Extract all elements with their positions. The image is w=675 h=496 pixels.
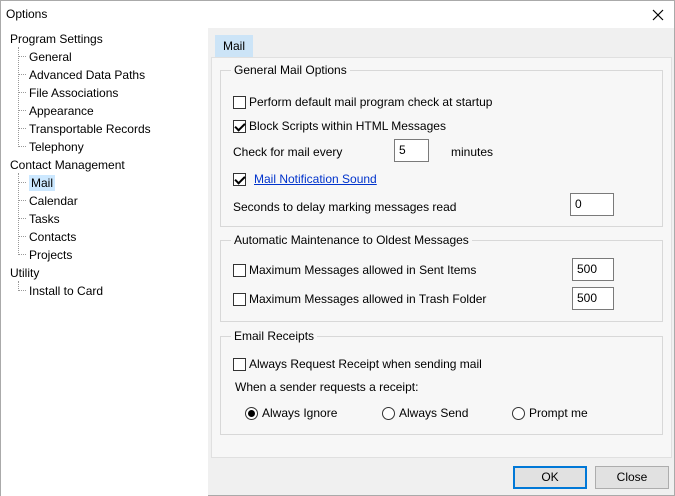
tree-item-projects[interactable]: Projects xyxy=(29,246,72,264)
close-window-button[interactable] xyxy=(642,1,674,28)
tree-connector xyxy=(18,47,19,147)
mail-notification-sound-link[interactable]: Mail Notification Sound xyxy=(254,172,377,186)
group-title: Automatic Maintenance to Oldest Messages xyxy=(231,232,472,248)
max-sent-items-checkbox[interactable]: Maximum Messages allowed in Sent Items xyxy=(233,261,476,279)
close-button[interactable]: Close xyxy=(595,466,669,489)
tree-item-advanced-data-paths[interactable]: Advanced Data Paths xyxy=(29,66,145,84)
tree-item-transportable-records[interactable]: Transportable Records xyxy=(29,120,151,138)
tree-connector xyxy=(18,173,19,255)
checkbox-box[interactable] xyxy=(233,95,246,109)
options-window: Options Program Settings General Advance… xyxy=(0,0,675,496)
radio-button[interactable] xyxy=(512,406,525,420)
title-bar: Options xyxy=(1,1,674,28)
radio-always-ignore[interactable]: Always Ignore xyxy=(245,404,337,422)
check-interval-input[interactable]: 5 xyxy=(394,139,429,162)
mail-settings-content: General Mail Options Perform default mai… xyxy=(211,57,672,458)
tree-item-mail[interactable]: Mail xyxy=(29,174,56,192)
sender-request-label: When a sender requests a receipt: xyxy=(235,380,419,394)
radio-button[interactable] xyxy=(382,406,395,420)
ok-button[interactable]: OK xyxy=(513,466,587,489)
max-sent-items-input[interactable]: 500 xyxy=(572,258,614,281)
tree-group-program-settings[interactable]: Program Settings xyxy=(10,30,103,48)
checkbox-box[interactable] xyxy=(233,263,246,277)
email-receipts-group: Email Receipts Always Request Receipt wh… xyxy=(220,328,663,435)
minutes-label: minutes xyxy=(451,145,494,159)
tree-item-file-associations[interactable]: File Associations xyxy=(29,84,118,102)
tree-item-install-to-card[interactable]: Install to Card xyxy=(29,282,103,300)
settings-pane: Mail General Mail Options Perform defaul… xyxy=(209,28,674,458)
tree-item-telephony[interactable]: Telephony xyxy=(29,138,84,156)
tree-item-calendar[interactable]: Calendar xyxy=(29,192,78,210)
general-mail-options-group: General Mail Options Perform default mai… xyxy=(220,62,663,227)
default-mail-check-checkbox[interactable]: Perform default mail program check at st… xyxy=(233,93,492,111)
automatic-maintenance-group: Automatic Maintenance to Oldest Messages… xyxy=(220,232,663,322)
block-scripts-checkbox[interactable]: Block Scripts within HTML Messages xyxy=(233,117,446,135)
radio-button[interactable] xyxy=(245,406,258,420)
tree-item-contacts[interactable]: Contacts xyxy=(29,228,76,246)
tree-group-contact-management[interactable]: Contact Management xyxy=(10,156,125,174)
max-trash-folder-checkbox[interactable]: Maximum Messages allowed in Trash Folder xyxy=(233,290,486,308)
settings-tree: Program Settings General Advanced Data P… xyxy=(1,28,208,496)
mail-notification-sound-checkbox[interactable]: Mail Notification Sound xyxy=(233,170,377,188)
tree-item-general[interactable]: General xyxy=(29,48,72,66)
delay-read-label: Seconds to delay marking messages read xyxy=(233,200,457,214)
delay-read-input[interactable]: 0 xyxy=(570,193,614,216)
group-title: General Mail Options xyxy=(231,62,350,78)
radio-prompt-me[interactable]: Prompt me xyxy=(512,404,588,422)
tree-item-tasks[interactable]: Tasks xyxy=(29,210,60,228)
tab-mail[interactable]: Mail xyxy=(215,35,254,57)
max-trash-folder-input[interactable]: 500 xyxy=(572,287,614,310)
window-title: Options xyxy=(6,7,48,21)
tree-group-utility[interactable]: Utility xyxy=(10,264,39,282)
radio-always-send[interactable]: Always Send xyxy=(382,404,468,422)
check-every-label: Check for mail every xyxy=(233,145,343,159)
always-request-receipt-checkbox[interactable]: Always Request Receipt when sending mail xyxy=(233,355,482,373)
checkbox-box[interactable] xyxy=(233,172,246,186)
checkbox-box[interactable] xyxy=(233,119,246,133)
close-icon xyxy=(652,9,664,20)
group-title: Email Receipts xyxy=(231,328,318,344)
checkbox-box[interactable] xyxy=(233,292,246,306)
tree-item-appearance[interactable]: Appearance xyxy=(29,102,94,120)
checkbox-box[interactable] xyxy=(233,357,246,371)
